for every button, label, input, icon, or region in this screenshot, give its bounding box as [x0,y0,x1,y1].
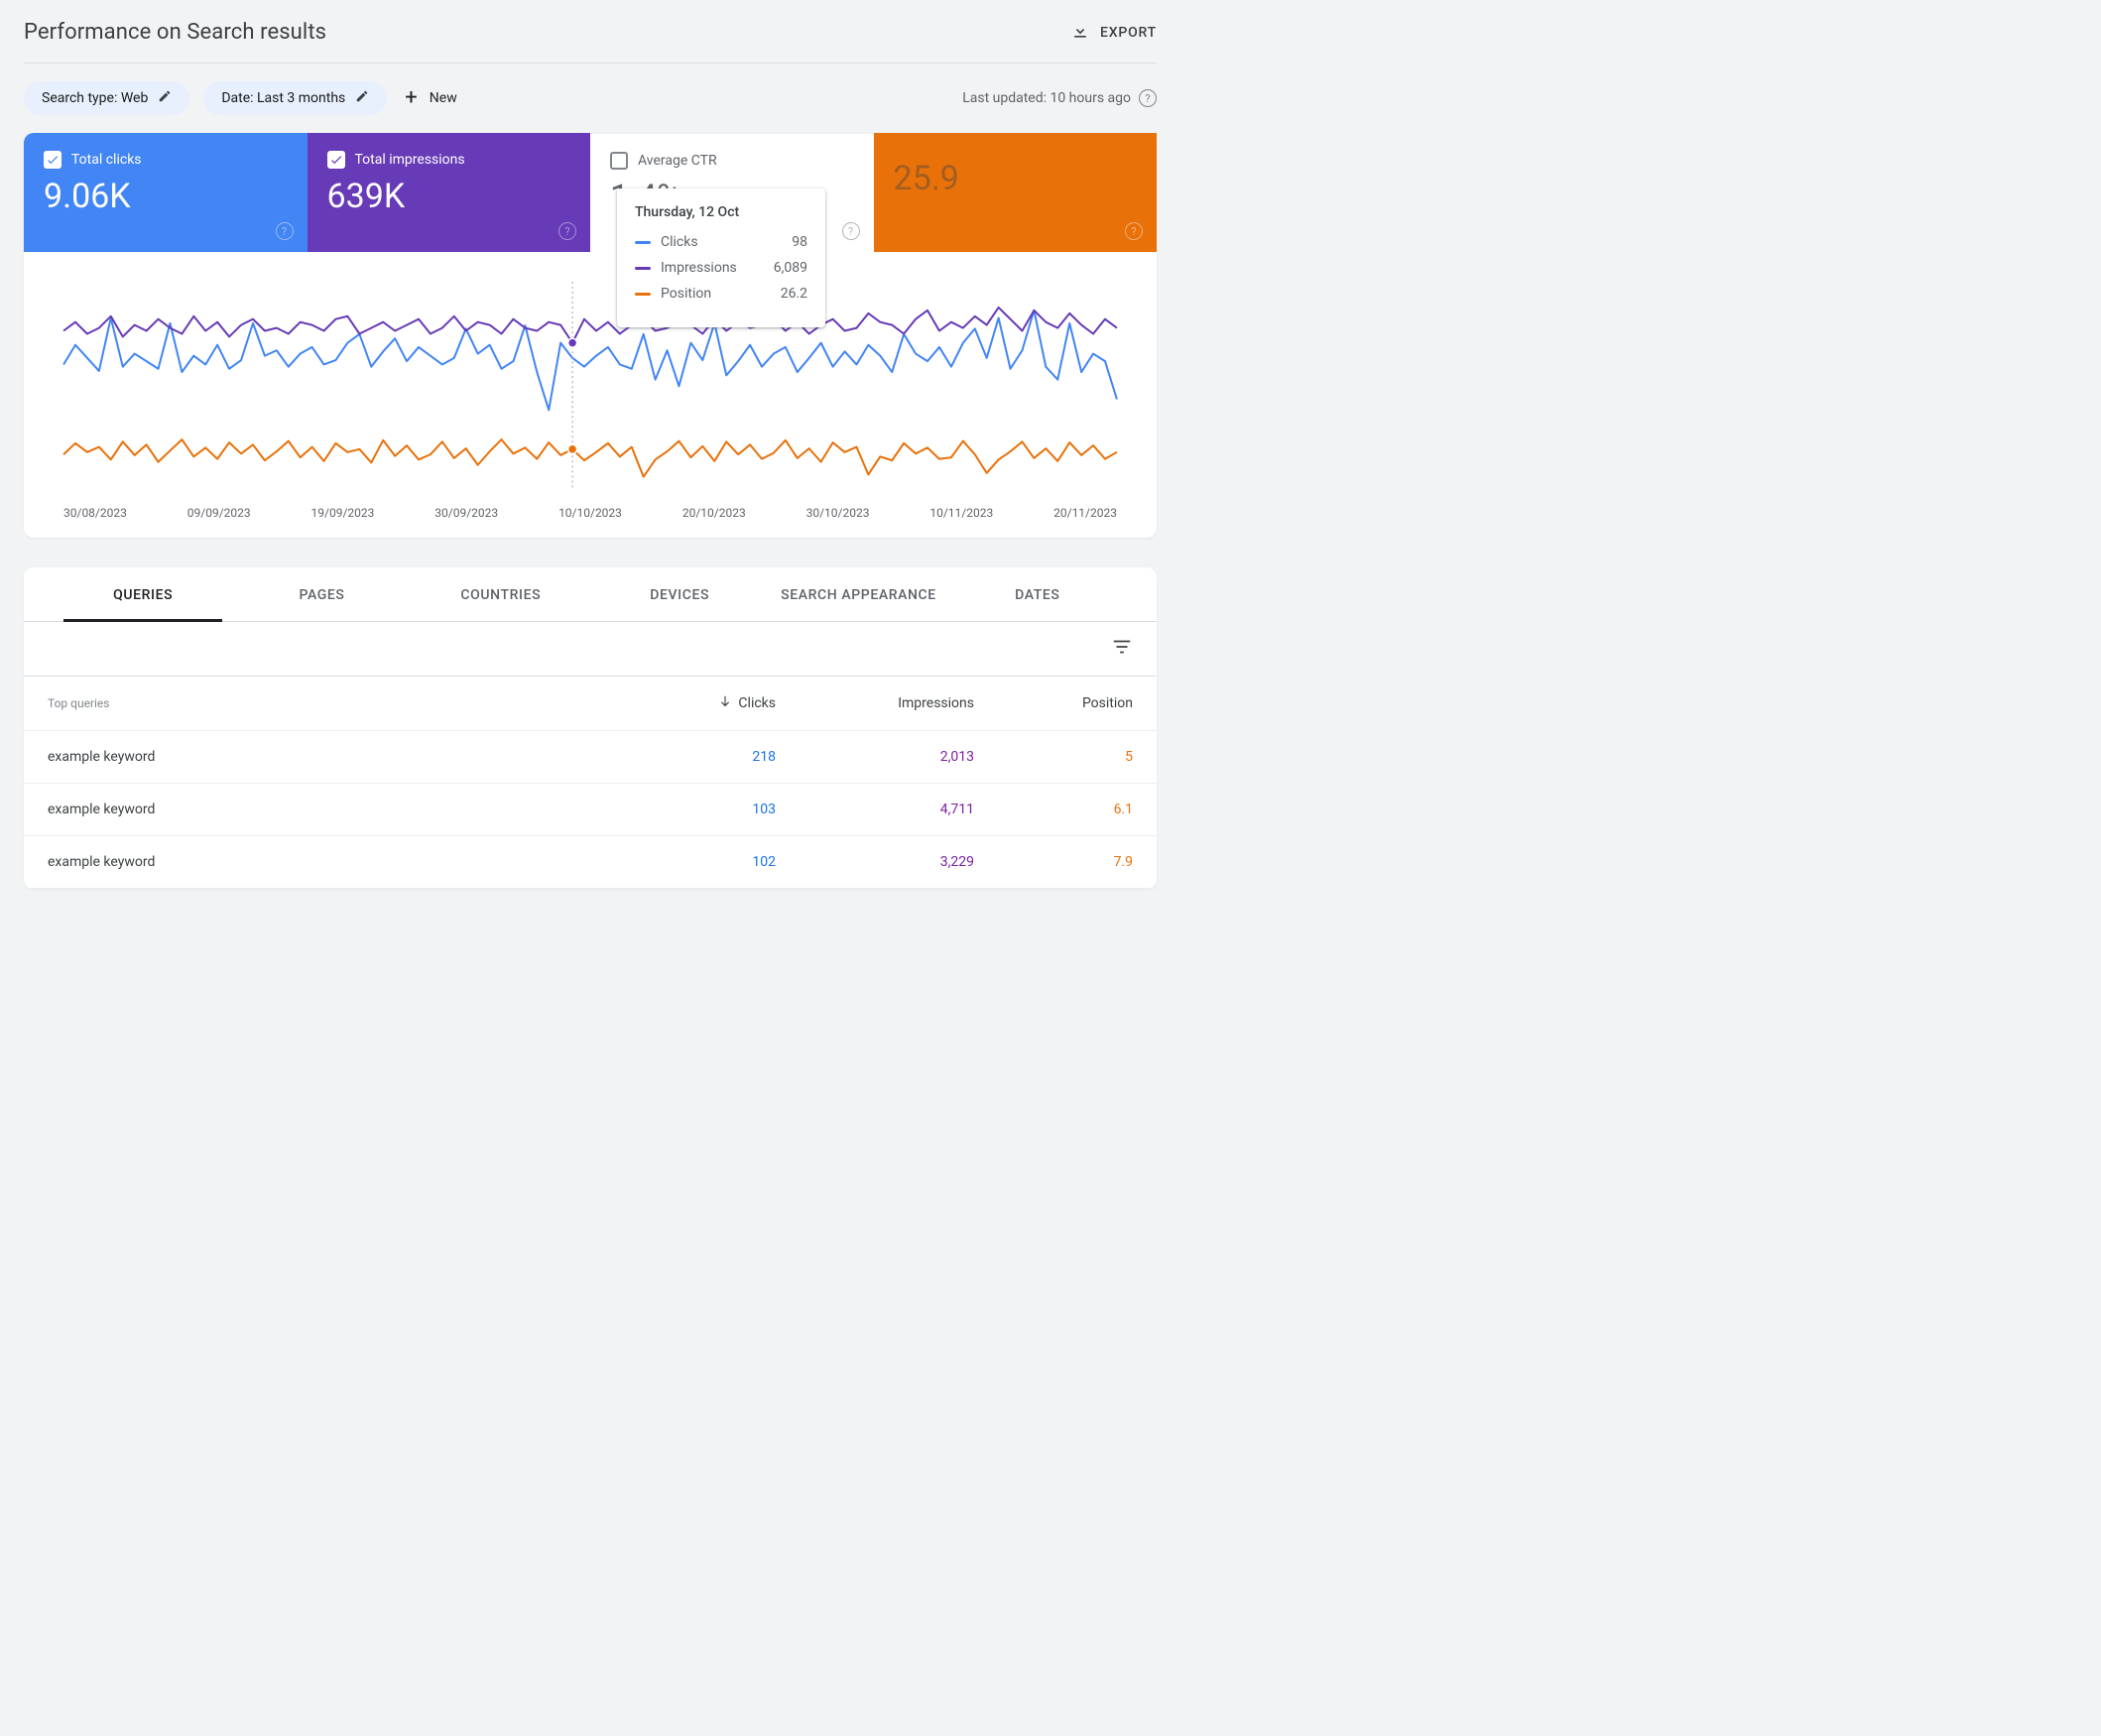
metric-label: Total impressions [355,152,465,168]
export-label: EXPORT [1100,25,1157,41]
filter-icon[interactable] [1111,636,1133,662]
line-chart[interactable] [24,272,1157,500]
page-title: Performance on Search results [24,20,326,45]
chart-card: Thursday, 12 Oct Clicks 98 Impressions 6… [24,133,1157,538]
impressions-cell: 3,229 [776,854,974,870]
chart-tooltip: Thursday, 12 Oct Clicks 98 Impressions 6… [617,188,825,327]
plus-icon: + [405,91,417,105]
x-tick: 20/10/2023 [682,506,746,520]
export-button[interactable]: EXPORT [1070,21,1157,45]
help-icon[interactable]: ? [1125,222,1143,240]
x-tick: 09/09/2023 [187,506,251,520]
legend-dash-position [635,293,651,296]
tooltip-clicks-label: Clicks [661,234,698,250]
tooltip-date: Thursday, 12 Oct [635,204,807,220]
x-axis-ticks: 30/08/2023 09/09/2023 19/09/2023 30/09/2023… [24,506,1157,520]
search-type-chip[interactable]: Search type: Web [24,81,189,115]
arrow-down-icon [718,694,732,712]
tooltip-pos-value: 26.2 [781,286,807,302]
position-cell: 7.9 [974,854,1133,870]
query-cell: example keyword [48,749,617,765]
date-chip[interactable]: Date: Last 3 months [203,81,387,115]
tab-dates[interactable]: DATES [948,567,1127,621]
tab-queries[interactable]: QUERIES [54,567,232,621]
metric-value: 25.9 [894,159,1138,198]
chip-label: Search type: Web [42,90,148,106]
pencil-icon [158,89,172,107]
metric-value: 639K [327,177,571,216]
series-impressions [63,308,1117,343]
metric-tile-impressions[interactable]: Total impressions 639K ? [308,133,591,252]
x-tick: 10/10/2023 [558,506,622,520]
metric-label: Total clicks [71,152,142,168]
x-tick: 30/09/2023 [434,506,498,520]
series-position [63,439,1117,477]
legend-dash-clicks [635,241,651,244]
help-icon[interactable]: ? [1139,89,1157,107]
table-row[interactable]: example keyword1034,7116.1 [24,784,1157,836]
metric-value: 9.06K [44,177,288,216]
hover-dot-position [568,444,577,453]
impressions-cell: 4,711 [776,802,974,817]
metric-label: Average CTR [638,153,717,169]
position-cell: 6.1 [974,802,1133,817]
clicks-cell: 218 [617,749,776,765]
tooltip-impr-label: Impressions [661,260,737,276]
download-icon [1070,21,1090,45]
query-cell: example keyword [48,802,617,817]
tooltip-impr-value: 6,089 [774,260,807,276]
new-label: New [430,90,457,106]
column-header-queries[interactable]: Top queries [48,696,617,710]
metric-tile-clicks[interactable]: Total clicks 9.06K ? [24,133,308,252]
last-updated-label: Last updated: 10 hours ago [962,90,1131,106]
clicks-cell: 102 [617,854,776,870]
column-header-clicks[interactable]: Clicks [617,694,776,712]
clicks-cell: 103 [617,802,776,817]
hover-dot-impressions [568,338,577,347]
pencil-icon [355,89,369,107]
table-card: QUERIESPAGESCOUNTRIESDEVICESSEARCH APPEA… [24,567,1157,889]
checkbox-unchecked-icon [610,152,628,170]
x-tick: 10/11/2023 [929,506,993,520]
x-tick: 30/08/2023 [63,506,127,520]
legend-dash-impressions [635,267,651,270]
query-cell: example keyword [48,854,617,870]
position-cell: 5 [974,749,1133,765]
column-header-impressions[interactable]: Impressions [776,695,974,711]
checkbox-checked-icon [44,151,62,169]
checkbox-checked-icon [327,151,345,169]
table-row[interactable]: example keyword2182,0135 [24,731,1157,784]
tooltip-clicks-value: 98 [792,234,807,250]
tab-search-appearance[interactable]: SEARCH APPEARANCE [769,567,947,621]
help-icon[interactable]: ? [276,222,294,240]
impressions-cell: 2,013 [776,749,974,765]
x-tick: 30/10/2023 [806,506,870,520]
table-tabs: QUERIESPAGESCOUNTRIESDEVICESSEARCH APPEA… [24,567,1157,622]
help-icon[interactable]: ? [558,222,576,240]
new-filter-button[interactable]: + New [401,82,460,114]
x-tick: 20/11/2023 [1053,506,1117,520]
tab-pages[interactable]: PAGES [232,567,411,621]
tab-devices[interactable]: DEVICES [590,567,769,621]
column-header-position[interactable]: Position [974,695,1133,711]
metric-tile-position[interactable]: 25.9 ? [874,133,1158,252]
tooltip-pos-label: Position [661,286,711,302]
help-icon[interactable]: ? [842,222,860,240]
x-tick: 19/09/2023 [311,506,375,520]
table-row[interactable]: example keyword1023,2297.9 [24,836,1157,889]
tab-countries[interactable]: COUNTRIES [412,567,590,621]
chip-label: Date: Last 3 months [221,90,345,106]
